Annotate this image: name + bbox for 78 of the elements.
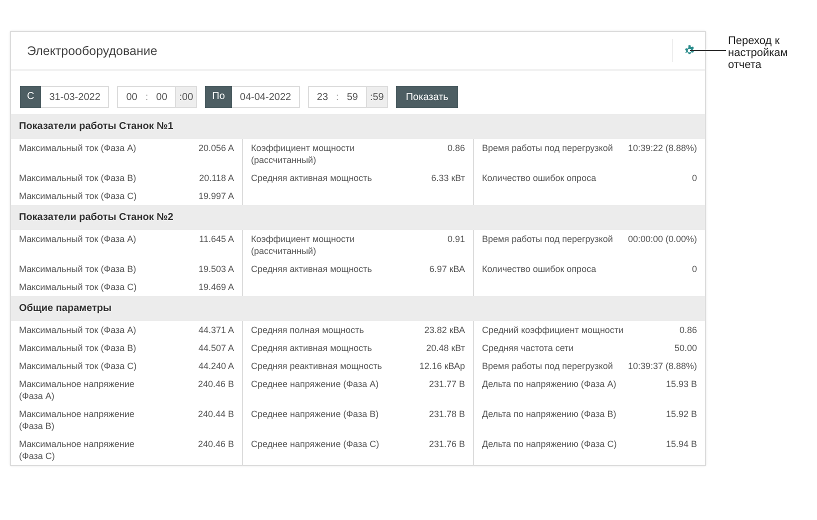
parameter-value: 12.16 кВАр	[419, 360, 465, 372]
time-field[interactable]: 00 : 00 :00	[117, 86, 198, 108]
parameter-label: Средняя полная мощность	[251, 324, 364, 336]
parameter-value: 19.503 A	[198, 263, 234, 275]
parameter-label: Максимальный ток (Фаза C)	[19, 360, 137, 372]
parameter-label: Максимальный ток (Фаза B)	[19, 263, 136, 275]
parameter-value: 20.48 кВт	[426, 342, 465, 354]
panel-title: Электрооборудование	[26, 44, 158, 58]
date-label: С	[20, 86, 42, 108]
parameter-value: 44.371 A	[198, 324, 234, 336]
parameter-label: Средняя частота сети	[482, 342, 574, 354]
parameter-label: Количество ошибок опроса	[482, 263, 596, 275]
parameter-value: 0.86	[679, 324, 697, 336]
time-field[interactable]: 23 : 59 :59	[308, 86, 388, 108]
parameter-label: Максимальный ток (Фаза C)	[19, 190, 137, 202]
parameter-label: Максимальное напряжение (Фаза B)	[19, 408, 136, 432]
section-header: Показатели работы Станок №2	[11, 205, 705, 230]
parameter-label: Максимальный ток (Фаза A)	[19, 142, 136, 155]
parameter-value: 240.46 В	[198, 438, 234, 451]
date-label: По	[205, 86, 232, 108]
parameter-value: 44.507 A	[198, 342, 234, 354]
parameter-label: Максимальное напряжение (Фаза A)	[19, 378, 136, 402]
parameter-value: 15.94 В	[666, 438, 697, 451]
date-field[interactable]: 04-04-2022	[232, 86, 300, 108]
parameter-value: 44.240 A	[198, 360, 234, 372]
parameter-label: Максимальный ток (Фаза C)	[19, 281, 137, 293]
parameter-label: Среднее напряжение (Фаза A)	[251, 378, 379, 391]
parameter-value: 231.76 В	[428, 438, 465, 451]
parameter-value: 10:39:22 (8.88%)	[628, 142, 697, 155]
parameter-label: Среднее напряжение (Фаза B)	[251, 408, 379, 421]
parameter-value: 0	[692, 263, 697, 275]
parameter-label: Коэффициент мощности (рассчитанный)	[251, 142, 356, 166]
parameter-value: 10:39:37 (8.88%)	[628, 360, 697, 372]
parameter-label: Коэффициент мощности (рассчитанный)	[251, 233, 356, 257]
parameter-label: Максимальный ток (Фаза A)	[19, 324, 136, 336]
parameter-value: 20.118 A	[199, 172, 234, 184]
parameter-label: Средняя активная мощность	[251, 172, 372, 184]
parameter-label: Средний коэффициент мощности	[482, 324, 624, 336]
parameter-value: 19.997 A	[198, 190, 234, 202]
parameter-value: 6.97 кВА	[429, 263, 465, 275]
parameter-value: 11.645 A	[199, 233, 234, 246]
callout-text: Переход к настройкам отчета	[728, 35, 789, 71]
show-button[interactable]: Показать	[396, 86, 458, 108]
parameter-value: 240.46 В	[198, 378, 234, 391]
date-field[interactable]: 31-03-2022	[41, 86, 110, 108]
parameter-value: 240.44 В	[198, 408, 234, 421]
settings-icon[interactable]	[684, 45, 694, 56]
parameter-value: 0	[692, 172, 697, 184]
parameter-value: 0.86	[447, 142, 465, 155]
parameter-label: Средняя активная мощность	[251, 263, 372, 275]
parameter-label: Максимальный ток (Фаза B)	[19, 172, 136, 184]
parameter-value: 20.056 A	[198, 142, 234, 155]
parameter-value: 50.00	[674, 342, 697, 354]
parameter-label: Дельта по напряжению (Фаза A)	[482, 378, 616, 391]
section-header: Показатели работы Станок №1	[11, 114, 705, 139]
parameter-label: Средняя реактивная мощность	[251, 360, 382, 372]
parameter-value: 231.77 В	[428, 378, 465, 391]
parameter-value: 23.82 кВА	[424, 324, 465, 336]
parameter-label: Дельта по напряжению (Фаза C)	[482, 438, 617, 451]
parameter-value: 15.92 В	[666, 408, 697, 421]
parameter-label: Время работы под перегрузкой	[482, 360, 613, 372]
parameter-label: Дельта по напряжению (Фаза B)	[482, 408, 616, 421]
parameter-value: 6.33 кВт	[431, 172, 465, 184]
parameter-label: Средняя активная мощность	[251, 342, 372, 354]
parameter-label: Максимальное напряжение (Фаза C)	[19, 438, 136, 462]
section-header: Общие параметры	[11, 296, 705, 321]
parameter-label: Количество ошибок опроса	[482, 172, 596, 184]
parameter-value: 00:00:00 (0.00%)	[628, 233, 697, 246]
parameter-label: Время работы под перегрузкой	[482, 233, 613, 246]
leader-line	[690, 50, 726, 51]
parameter-label: Максимальный ток (Фаза A)	[19, 233, 136, 246]
parameter-value: 0.91	[447, 233, 465, 246]
parameter-label: Среднее напряжение (Фаза C)	[251, 438, 380, 451]
parameter-value: 231.78 В	[428, 408, 465, 421]
parameter-label: Время работы под перегрузкой	[482, 142, 613, 155]
parameter-value: 15.93 В	[666, 378, 697, 391]
parameter-value: 19.469 A	[198, 281, 234, 293]
parameter-label: Максимальный ток (Фаза B)	[19, 342, 136, 354]
